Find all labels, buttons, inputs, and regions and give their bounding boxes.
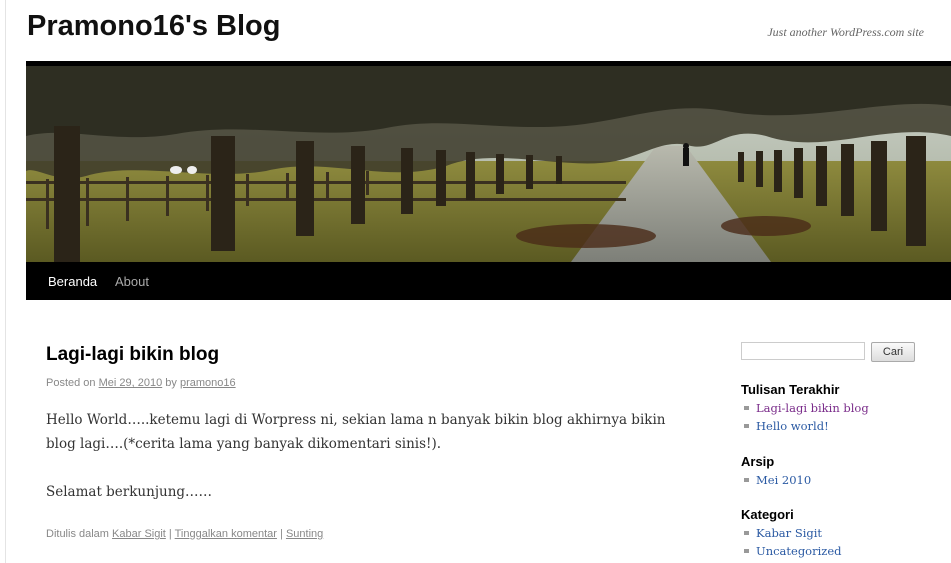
bullet-icon [744, 424, 749, 428]
category-link[interactable]: Kabar Sigit [756, 526, 822, 540]
archives-title: Arsip [741, 454, 775, 469]
recent-post-link[interactable]: Lagi-lagi bikin blog [756, 401, 869, 415]
archives-list: Mei 2010 [744, 471, 811, 489]
list-item: Uncategorized [744, 542, 842, 560]
page-left-border [5, 0, 6, 563]
nav-item-about[interactable]: About [115, 274, 149, 289]
categories-list: Kabar Sigit Uncategorized [744, 524, 842, 560]
list-item: Mei 2010 [744, 471, 811, 489]
bullet-icon [744, 406, 749, 410]
edit-link[interactable]: Sunting [286, 528, 323, 540]
post-meta-by: by [165, 377, 177, 389]
category-link[interactable]: Uncategorized [756, 544, 842, 558]
post-date-link[interactable]: Mei 29, 2010 [99, 377, 163, 389]
leave-comment-link[interactable]: Tinggalkan komentar [175, 528, 277, 540]
post-author-link[interactable]: pramono16 [180, 377, 236, 389]
separator: | [168, 528, 172, 540]
post-meta: Posted on Mei 29, 2010 by pramono16 [46, 377, 236, 389]
nav-item-beranda[interactable]: Beranda [48, 274, 97, 289]
post-paragraph: Hello World…..ketemu lagi di Worpress ni… [46, 412, 666, 452]
site-title[interactable]: Pramono16's Blog [27, 10, 280, 43]
header-banner-image [26, 66, 951, 262]
site-description: Just another WordPress.com site [767, 25, 924, 39]
post-footer: Ditulis dalam Kabar Sigit | Tinggalkan k… [46, 528, 323, 540]
list-item: Kabar Sigit [744, 524, 842, 542]
bullet-icon [744, 531, 749, 535]
bullet-icon [744, 549, 749, 553]
post-title[interactable]: Lagi-lagi bikin blog [46, 344, 219, 366]
post-meta-prefix: Posted on [46, 377, 96, 389]
recent-post-link[interactable]: Hello world! [756, 419, 829, 433]
bullet-icon [744, 478, 749, 482]
recent-posts-title: Tulisan Terakhir [741, 382, 840, 397]
search-button[interactable]: Cari [871, 342, 915, 362]
categories-title: Kategori [741, 507, 794, 522]
post-footer-prefix: Ditulis dalam [46, 528, 109, 540]
post-content: Hello World…..ketemu lagi di Worpress ni… [46, 408, 696, 528]
post-paragraph: Selamat berkunjung…… [46, 484, 213, 500]
separator: | [280, 528, 283, 540]
search-input[interactable] [741, 342, 865, 360]
recent-posts-list: Lagi-lagi bikin blog Hello world! [744, 399, 869, 435]
category-link[interactable]: Kabar Sigit [112, 528, 166, 540]
list-item: Hello world! [744, 417, 869, 435]
list-item: Lagi-lagi bikin blog [744, 399, 869, 417]
main-navigation: Beranda About [26, 262, 951, 300]
archive-link[interactable]: Mei 2010 [756, 473, 811, 487]
